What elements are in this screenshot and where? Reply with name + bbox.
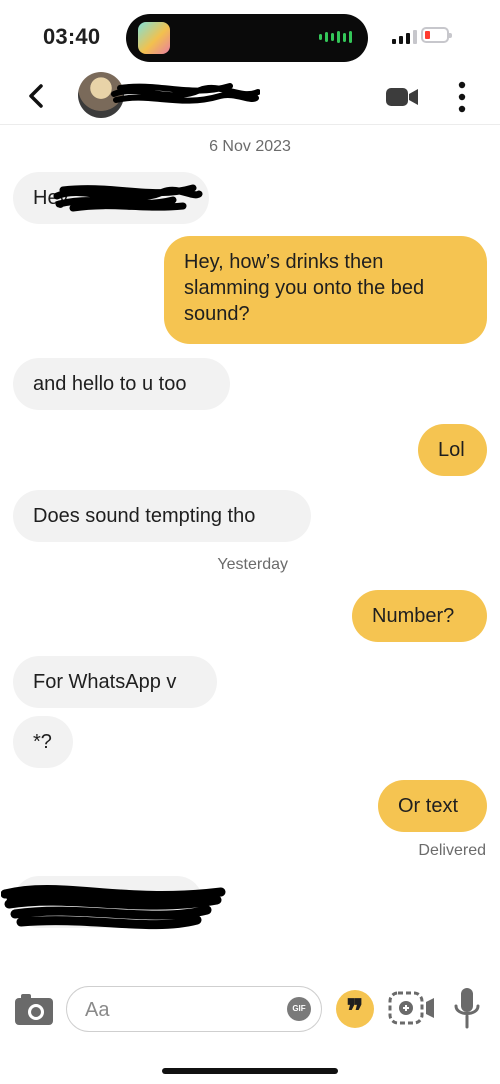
message-composer: GIF ❞ [0, 980, 500, 1040]
now-playing-app-icon [138, 22, 170, 54]
date-separator: Yesterday [217, 556, 288, 573]
message-outgoing[interactable]: Number? [352, 590, 487, 642]
camera-icon[interactable] [14, 992, 54, 1026]
audio-waveform-icon [319, 31, 352, 43]
dynamic-island[interactable] [126, 14, 368, 62]
home-indicator[interactable] [162, 1068, 338, 1074]
message-outgoing[interactable]: Or text [378, 780, 487, 832]
quote-icon[interactable]: ❞ [336, 990, 374, 1029]
message-thread[interactable]: 6 Nov 2023 Hey Hey, how’s drinks then sl… [0, 124, 500, 970]
back-chevron-icon[interactable] [22, 78, 52, 114]
more-vertical-icon[interactable] [454, 80, 470, 114]
video-note-icon[interactable] [388, 990, 436, 1026]
message-incoming[interactable]: *? [13, 716, 73, 768]
redaction-scribble [53, 184, 203, 212]
date-separator: 6 Nov 2023 [209, 138, 291, 155]
message-incoming[interactable]: Hey [13, 172, 209, 224]
microphone-icon[interactable] [452, 986, 482, 1030]
clock: 03:40 [43, 24, 101, 49]
status-bar: 03:40 [0, 0, 500, 72]
message-input[interactable] [83, 997, 267, 1023]
cellular-signal-icon [392, 30, 417, 44]
message-incoming[interactable]: For WhatsApp v [13, 656, 217, 708]
quote-glyph: ❞ [346, 993, 364, 1029]
message-incoming[interactable]: Does sound tempting tho [13, 490, 311, 542]
message-outgoing[interactable]: Hey, how’s drinks then slamming you onto… [164, 236, 487, 344]
chat-header [0, 72, 500, 125]
message-incoming[interactable]: and hello to u too [13, 358, 230, 410]
battery-icon [421, 27, 452, 43]
redaction-scribble [1, 885, 226, 930]
message-outgoing[interactable]: Lol [418, 424, 487, 476]
delivered-receipt: Delivered [418, 842, 486, 859]
gif-icon[interactable]: GIF [287, 997, 311, 1021]
contact-name-redaction [111, 83, 260, 104]
message-input-field[interactable]: GIF [66, 986, 322, 1032]
message-incoming-redacted[interactable] [1, 876, 226, 930]
video-call-icon[interactable] [385, 86, 419, 108]
